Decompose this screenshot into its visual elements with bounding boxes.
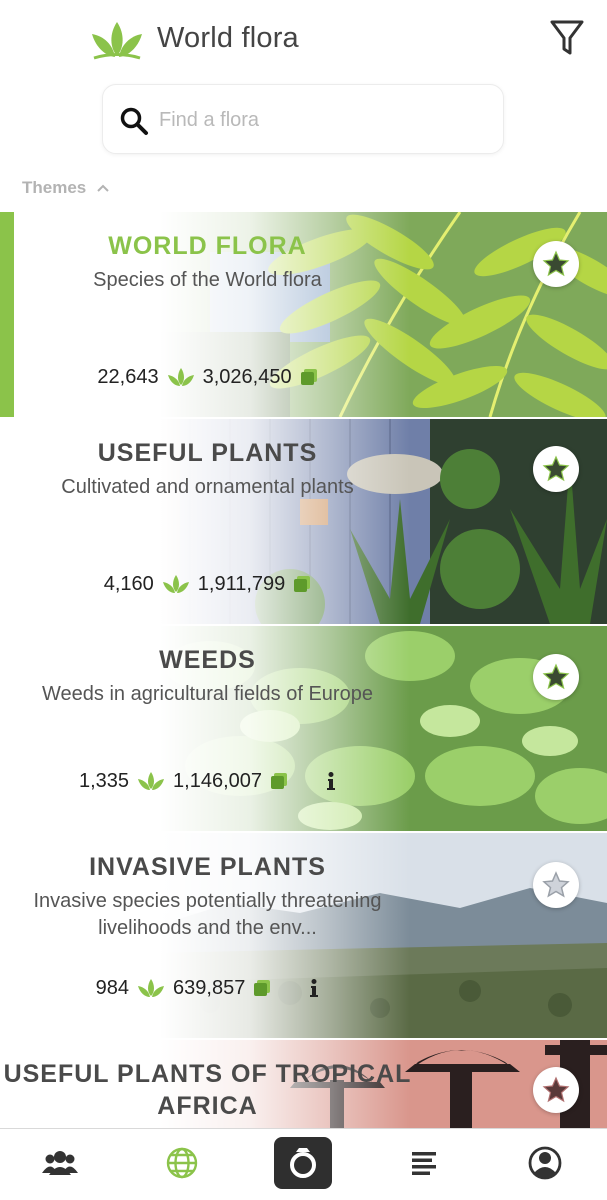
observations-icon	[271, 773, 288, 789]
flora-card-useful-plants-tropical-africa[interactable]: USEFUL PLANTS OF TROPICAL AFRICA	[0, 1040, 607, 1128]
favorite-button[interactable]	[533, 446, 579, 492]
flora-stats: 1,335 1,146,007	[0, 766, 415, 796]
flora-stats: 22,643 3,026,450	[0, 362, 415, 392]
observation-count: 639,857	[173, 976, 246, 999]
globe-icon[interactable]	[162, 1143, 202, 1183]
species-count: 984	[95, 976, 130, 999]
species-leaf-icon	[138, 979, 165, 997]
species-count: 22,643	[97, 365, 159, 388]
observation-count: 1,911,799	[197, 572, 286, 595]
star-filled-icon	[542, 1076, 570, 1103]
favorite-button[interactable]	[533, 241, 579, 287]
species-leaf-icon	[162, 575, 189, 593]
flora-description: Cultivated and ornamental plants	[61, 476, 354, 498]
observations-icon	[254, 980, 271, 996]
species-leaf-icon	[167, 368, 194, 386]
flora-title: USEFUL PLANTS OF TROPICAL AFRICA	[3, 1060, 412, 1120]
star-filled-icon	[542, 250, 570, 277]
favorite-button[interactable]	[533, 862, 579, 908]
leaf-logo-icon	[92, 22, 142, 60]
favorite-button[interactable]	[533, 654, 579, 700]
search-icon	[120, 107, 148, 135]
flora-card-useful-plants[interactable]: USEFUL PLANTS Cultivated and ornamental …	[0, 419, 607, 624]
species-count: 4,160	[103, 572, 154, 595]
camera-button[interactable]	[274, 1137, 332, 1189]
flora-title: WEEDS	[159, 646, 256, 674]
chevron-up-icon	[97, 184, 109, 192]
app-header: World flora	[0, 0, 607, 80]
flora-card-weeds[interactable]: WEEDS Weeds in agricultural fields of Eu…	[0, 626, 607, 831]
observations-icon	[300, 369, 317, 385]
info-icon[interactable]	[309, 978, 319, 998]
flora-description: Weeds in agricultural fields of Europe	[42, 683, 373, 705]
star-outline-icon	[542, 871, 570, 898]
flora-card-invasive-plants[interactable]: INVASIVE PLANTS Invasive species potenti…	[0, 833, 607, 1038]
observation-count: 1,146,007	[173, 769, 263, 792]
favorite-button[interactable]	[533, 1067, 579, 1113]
flora-title: WORLD FLORA	[108, 232, 307, 260]
species-leaf-icon	[138, 772, 165, 790]
filter-icon[interactable]	[549, 18, 585, 58]
themes-toggle[interactable]: Themes	[22, 176, 110, 200]
list-icon[interactable]	[404, 1143, 444, 1183]
app-title: World flora	[157, 22, 299, 54]
camera-icon	[290, 1148, 316, 1178]
flora-stats: 4,160 1,911,799	[0, 569, 415, 599]
search-input[interactable]	[159, 103, 489, 137]
observation-count: 3,026,450	[202, 365, 292, 388]
flora-description: Invasive species potentially threatening…	[33, 890, 382, 939]
profile-icon[interactable]	[525, 1143, 565, 1183]
species-count: 1,335	[78, 769, 130, 792]
star-filled-icon	[542, 455, 570, 482]
flora-stats: 984 639,857	[0, 973, 415, 1003]
flora-title: INVASIVE PLANTS	[89, 853, 326, 881]
search-box[interactable]	[102, 84, 504, 154]
flora-card-world-flora[interactable]: WORLD FLORA Species of the World flora 2…	[0, 212, 607, 417]
community-icon[interactable]	[40, 1143, 80, 1183]
bottom-nav	[0, 1128, 607, 1200]
observations-icon	[294, 576, 311, 592]
star-filled-icon	[542, 663, 570, 690]
flora-title: USEFUL PLANTS	[97, 439, 318, 467]
flora-description: Species of the World flora	[93, 269, 322, 291]
themes-label: Themes	[22, 178, 87, 197]
info-icon[interactable]	[326, 771, 336, 791]
